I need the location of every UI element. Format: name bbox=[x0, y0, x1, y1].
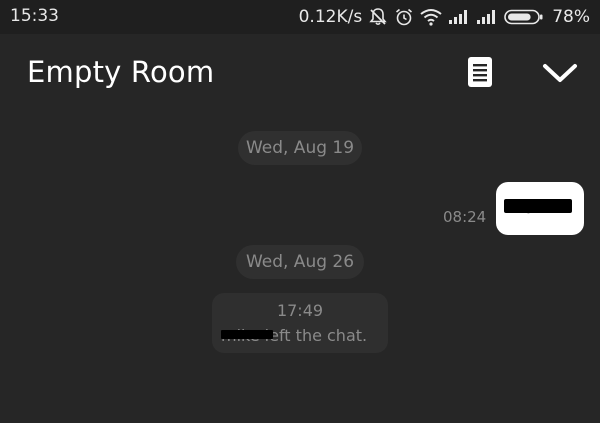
status-icons: 0.12K/s 78% bbox=[299, 5, 590, 29]
room-title: Empty Room bbox=[27, 55, 215, 89]
event-action: left the chat. bbox=[259, 326, 368, 345]
network-speed: 0.12K/s bbox=[298, 7, 363, 27]
battery-icon bbox=[504, 9, 544, 25]
date-separator: Wed, Aug 26 bbox=[236, 245, 364, 279]
document-icon bbox=[467, 56, 493, 92]
status-time: 15:33 bbox=[10, 6, 59, 26]
event-timestamp: 17:49 bbox=[276, 301, 324, 320]
redaction-mark bbox=[504, 199, 572, 213]
signal-icon bbox=[448, 9, 470, 25]
message-timestamp: 08:24 bbox=[443, 208, 487, 226]
notifications-off-icon bbox=[368, 7, 388, 27]
battery-percent: 78% bbox=[552, 7, 590, 27]
event-user: mike bbox=[221, 326, 273, 345]
date-separator: Wed, Aug 19 bbox=[238, 131, 362, 165]
chevron-down-icon bbox=[542, 62, 578, 88]
message-bubble[interactable]: Wait! bbox=[496, 182, 584, 235]
signal-icon bbox=[476, 9, 498, 25]
alarm-icon bbox=[394, 7, 414, 27]
status-bar: 15:33 0.12K/s 78% bbox=[0, 0, 600, 34]
event-text: mike left the chat. bbox=[221, 326, 367, 345]
app-bar: Empty Room bbox=[0, 34, 600, 114]
system-event: 17:49 mike left the chat. bbox=[212, 293, 388, 353]
room-info-button[interactable] bbox=[464, 56, 496, 92]
wifi-icon bbox=[420, 8, 442, 26]
redaction-mark bbox=[221, 330, 273, 339]
collapse-button[interactable] bbox=[538, 58, 582, 92]
